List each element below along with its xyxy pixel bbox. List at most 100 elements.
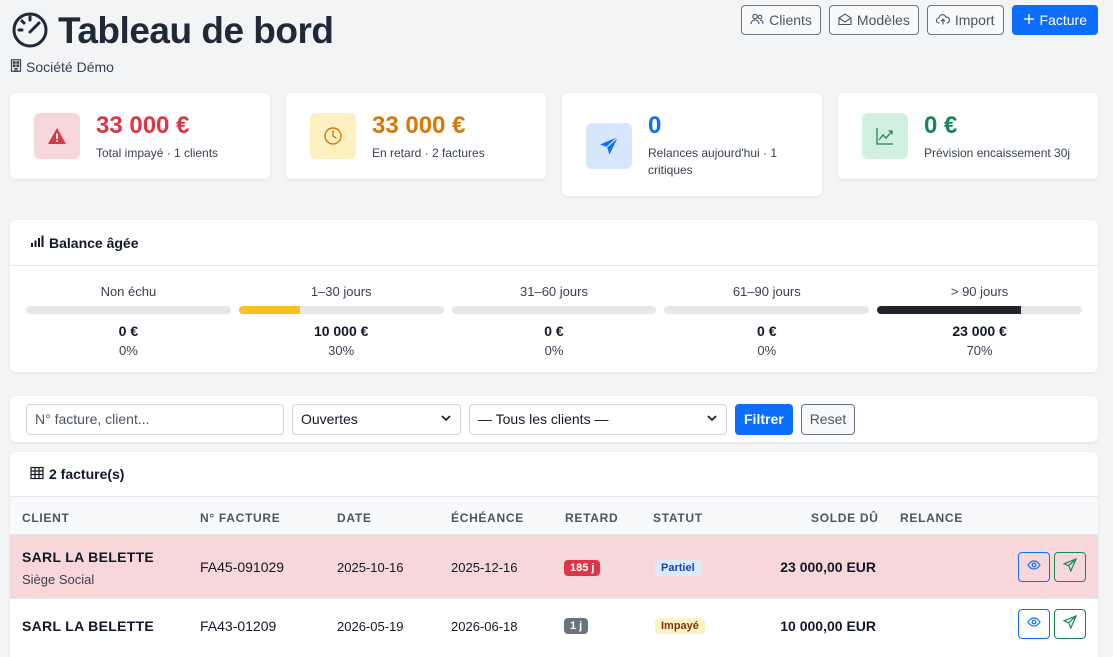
chevron-down-icon (440, 411, 452, 427)
balance-due: 23 000,00 EUR (780, 559, 876, 575)
invoices-table-title: 2 facture(s) (10, 452, 1098, 496)
table-row[interactable]: SARL LA BELETTE FA43-01209 2026-05-19 20… (10, 599, 1098, 657)
view-invoice-button[interactable] (1018, 609, 1050, 639)
table-header: CLIENT N° FACTURE DATE ÉCHÉANCE RETARD S… (10, 496, 1098, 535)
bucket-bar (664, 306, 870, 314)
building-icon (10, 59, 22, 75)
kpi-reminders-today: 0 Relances aujourd'hui · 1 critiques (562, 93, 822, 196)
invoice-number[interactable]: FA43-01209 (200, 618, 276, 634)
eye-icon (1027, 558, 1041, 577)
eye-icon (1027, 615, 1041, 634)
company-name: Société Démo (10, 59, 114, 75)
aging-bucket: 1–30 jours 10 000 € 30% (238, 284, 444, 358)
bucket-bar (877, 306, 1082, 314)
status-select[interactable]: Ouvertes (292, 403, 461, 435)
client-name[interactable]: SARL LA BELETTE (22, 618, 154, 634)
bucket-pct: 0% (544, 343, 564, 358)
aging-buckets: Non échu 0 € 0% 1–30 jours 10 000 € 30% … (10, 284, 1098, 358)
send-icon (1062, 614, 1078, 634)
bucket-amount: 0 € (118, 323, 139, 339)
aging-bucket: Non échu 0 € 0% (26, 284, 231, 358)
client-select[interactable]: — Tous les clients — (469, 403, 727, 435)
invoice-date: 2025-10-16 (337, 560, 404, 575)
dashboard-gauge-icon (10, 8, 50, 53)
kpi-label: Total impayé · 1 clients (96, 146, 219, 160)
client-name[interactable]: SARL LA BELETTE (22, 549, 154, 565)
bucket-label: Non échu (100, 284, 157, 299)
late-badge: 1 j (564, 618, 589, 634)
header-actions: Clients Modèles Import Facture (741, 5, 1098, 35)
search-input[interactable]: N° facture, client... (26, 403, 284, 435)
warning-icon (34, 113, 80, 159)
kpi-label: Relances aujourd'hui · 1 critiques (648, 146, 778, 177)
kpi-value: 33 000 € (372, 112, 466, 139)
users-icon (750, 12, 764, 29)
column-header[interactable]: DATE (337, 511, 372, 525)
clients-button-label: Clients (769, 12, 812, 28)
kpi-overdue: 33 000 € En retard · 2 factures (286, 93, 546, 179)
view-invoice-button[interactable] (1018, 552, 1050, 582)
new-invoice-button[interactable]: Facture (1011, 5, 1098, 35)
aging-bucket: > 90 jours 23 000 € 70% (877, 284, 1082, 358)
page-title: Tableau de bord (58, 9, 334, 51)
bar-chart-icon (30, 234, 44, 251)
templates-button[interactable]: Modèles (828, 5, 919, 35)
send-reminder-button[interactable] (1054, 552, 1086, 582)
balance-due: 10 000,00 EUR (780, 618, 876, 634)
chevron-down-icon (706, 411, 718, 427)
column-header[interactable]: SOLDE DÛ (811, 511, 879, 525)
kpi-value: 0 (648, 112, 662, 139)
send-reminder-button[interactable] (1054, 609, 1086, 639)
table-row[interactable]: SARL LA BELETTE Siège Social FA45-091029… (10, 535, 1098, 599)
late-badge: 185 j (564, 560, 601, 576)
aging-balance-card: Balance âgée Non échu 0 € 0% 1–30 jours … (10, 220, 1098, 372)
status-badge: Impayé (655, 618, 705, 634)
bucket-label: 1–30 jours (310, 284, 372, 299)
send-icon (1062, 557, 1078, 577)
invoice-number[interactable]: FA45-091029 (200, 559, 284, 575)
bucket-label: > 90 jours (950, 284, 1009, 299)
bucket-fill (877, 306, 1021, 314)
import-button-label: Import (954, 12, 995, 28)
status-select-value: Ouvertes (301, 411, 358, 427)
cloud-upload-icon (935, 12, 950, 29)
clients-button[interactable]: Clients (741, 5, 821, 35)
column-header[interactable]: RETARD (565, 511, 618, 525)
templates-button-label: Modèles (856, 12, 910, 28)
bucket-amount: 23 000 € (952, 323, 1007, 339)
kpi-cards: 33 000 € Total impayé · 1 clients 33 000… (10, 93, 1098, 203)
aging-bucket: 61–90 jours 0 € 0% (664, 284, 870, 358)
kpi-value: 33 000 € (96, 112, 190, 139)
import-button[interactable]: Import (926, 5, 1004, 35)
envelope-open-icon (838, 12, 852, 29)
search-placeholder: N° facture, client... (35, 411, 150, 427)
due-date: 2025-12-16 (451, 560, 518, 575)
bucket-amount: 10 000 € (313, 323, 369, 339)
bucket-pct: 70% (966, 343, 993, 358)
column-header[interactable]: ÉCHÉANCE (451, 511, 524, 525)
invoice-date: 2026-05-19 (337, 619, 404, 634)
trend-up-icon (862, 113, 908, 159)
bucket-fill (238, 306, 301, 314)
column-header[interactable]: CLIENT (22, 511, 70, 525)
bucket-pct: 30% (328, 343, 355, 358)
reset-button[interactable]: Reset (800, 403, 856, 435)
new-invoice-button-label: Facture (1039, 12, 1087, 28)
bucket-pct: 0% (119, 343, 138, 358)
invoices-table-card: 2 facture(s) CLIENT N° FACTURE DATE ÉCHÉ… (10, 452, 1098, 657)
column-header[interactable]: RELANCE (900, 511, 963, 525)
filter-button[interactable]: Filtrer (735, 403, 793, 435)
aging-card-title: Balance âgée (10, 220, 1098, 266)
bucket-label: 61–90 jours (732, 284, 801, 299)
company-label: Société Démo (26, 59, 114, 75)
column-header[interactable]: STATUT (653, 511, 703, 525)
table-icon (30, 466, 44, 483)
bucket-amount: 0 € (757, 323, 777, 339)
column-header[interactable]: N° FACTURE (200, 511, 280, 525)
filter-bar: N° facture, client... Ouvertes — Tous le… (10, 396, 1098, 442)
client-select-value: — Tous les clients — (478, 411, 609, 427)
invoice-count: 2 facture(s) (49, 466, 125, 482)
clock-icon (310, 113, 356, 159)
kpi-label: Prévision encaissement 30j (924, 146, 1071, 160)
kpi-forecast: 0 € Prévision encaissement 30j (838, 93, 1098, 179)
